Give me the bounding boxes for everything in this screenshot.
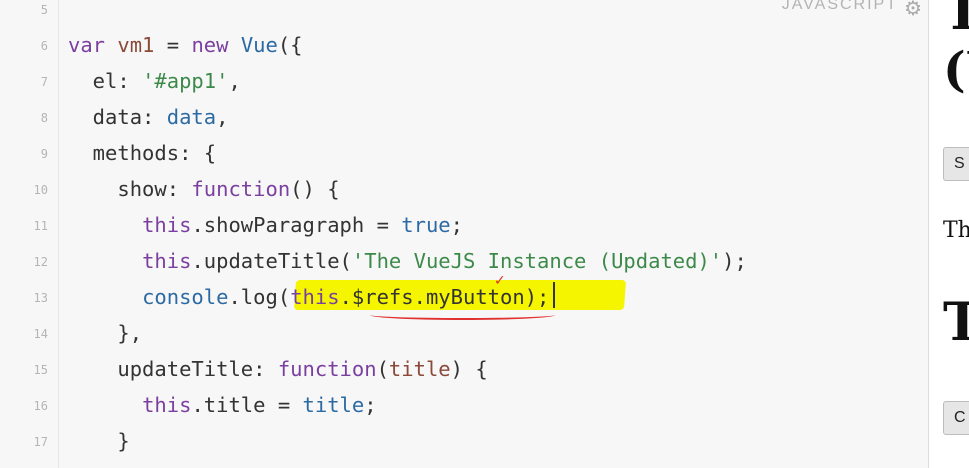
red-underline-annotation [370, 310, 555, 320]
language-label: JAVASCRIPT [781, 0, 898, 13]
code-token: var [68, 33, 118, 57]
line-number: 14 [33, 327, 48, 341]
code-token: function [277, 357, 377, 381]
code-token: updateTitle: [68, 357, 278, 381]
code-token: show: [68, 177, 192, 201]
code-token: 'The VueJS Instance (Updated)' [351, 249, 723, 273]
code-token: } [68, 429, 130, 453]
preview-paragraph: Th [943, 218, 969, 243]
red-checkmark-annotation: ✓ [494, 273, 506, 289]
code-token: true [401, 213, 451, 237]
preview-heading-1: T [943, 0, 969, 42]
code-line: console.log(this.$refs.myButton); [68, 285, 549, 309]
code-token: this [290, 285, 340, 309]
code-token: Vue [240, 33, 278, 57]
line-number: 15 [33, 363, 48, 377]
preview-show-button[interactable]: S [943, 147, 969, 181]
code-token: this [142, 213, 192, 237]
code-token: () { [290, 177, 340, 201]
preview-pane: T (U S Th T C [928, 0, 969, 468]
code-line: methods: { [68, 141, 216, 165]
code-token: this [142, 393, 192, 417]
code-token: .$refs.myButton); [339, 285, 550, 309]
code-line: data: data, [68, 105, 229, 129]
line-number: 6 [40, 39, 48, 53]
code-token: ) { [450, 357, 488, 381]
code-line: this.title = title; [68, 393, 377, 417]
code-token: vm1 [117, 33, 155, 57]
line-number: 11 [33, 219, 48, 233]
code-token: function [191, 177, 291, 201]
code-token: .showParagraph = [191, 213, 402, 237]
code-token: data: [68, 105, 167, 129]
code-token: '#app1' [142, 69, 229, 93]
code-token: new [191, 33, 241, 57]
code-token: .title = [191, 393, 303, 417]
code-line: el: '#app1', [68, 69, 241, 93]
code-token: .log( [228, 285, 291, 309]
preview-heading-3: T [943, 292, 969, 353]
code-token: ; [450, 213, 463, 237]
code-area[interactable]: var vm1 = new Vue({ el: '#app1', data: d… [68, 0, 928, 468]
line-number: 10 [33, 183, 48, 197]
code-line: this.showParagraph = true; [68, 213, 463, 237]
text-cursor [553, 282, 555, 308]
code-token: ; [364, 393, 377, 417]
code-token: console [142, 285, 229, 309]
code-line: }, [68, 321, 142, 345]
code-token: title [302, 393, 365, 417]
line-number: 17 [33, 435, 48, 449]
line-number: 5 [40, 3, 48, 17]
code-token: ({ [277, 33, 303, 57]
code-token: title [388, 357, 451, 381]
line-number: 12 [33, 255, 48, 269]
gear-icon[interactable]: ⚙ [904, 0, 922, 20]
code-line: this.updateTitle('The VueJS Instance (Up… [68, 249, 747, 273]
code-token: .updateTitle( [191, 249, 352, 273]
code-token: el: [68, 69, 143, 93]
line-number: 16 [33, 399, 48, 413]
line-number: 7 [40, 75, 48, 89]
line-number: 8 [40, 111, 48, 125]
code-token: }, [68, 321, 143, 345]
code-token: = [154, 33, 192, 57]
line-number: 9 [40, 147, 48, 161]
code-editor[interactable]: 5 6 7 8 9 10 11 12 13 14 15 16 17 var vm1 = new Vue(… [0, 0, 928, 468]
code-line: show: function() { [68, 177, 340, 201]
preview-heading-2: (U [943, 42, 969, 98]
code-token: ); [722, 249, 747, 273]
code-token: ( [376, 357, 389, 381]
code-token: this [142, 249, 192, 273]
line-number-gutter: 5 6 7 8 9 10 11 12 13 14 15 16 17 [0, 0, 59, 468]
code-token: methods: { [68, 141, 217, 165]
code-line: var vm1 = new Vue({ [68, 33, 303, 57]
code-token: , [216, 105, 229, 129]
preview-second-button[interactable]: C [943, 401, 969, 435]
code-token: data [166, 105, 217, 129]
code-line: updateTitle: function(title) { [68, 357, 488, 381]
code-line: } [68, 429, 130, 453]
line-number: 13 [33, 291, 48, 305]
code-token: , [228, 69, 241, 93]
